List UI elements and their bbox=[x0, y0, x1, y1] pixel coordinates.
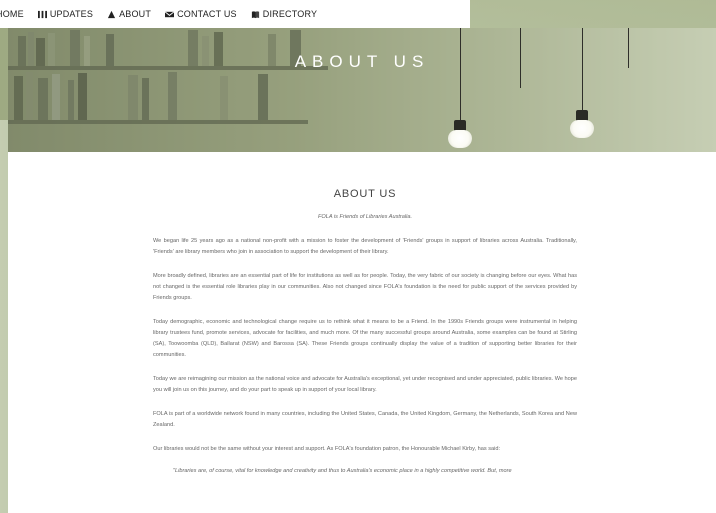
hero-banner: ABOUT US bbox=[8, 28, 716, 152]
nav-contact[interactable]: CONTACT US bbox=[165, 9, 237, 19]
nav-home[interactable]: HOME bbox=[0, 9, 24, 19]
nav-contact-label: CONTACT US bbox=[177, 9, 237, 19]
patron-quote: "Libraries are, of course, vital for kno… bbox=[173, 468, 512, 474]
person-icon bbox=[107, 10, 116, 19]
nav-directory[interactable]: DIRECTORY bbox=[251, 9, 317, 19]
article-paragraph: FOLA is part of a worldwide network foun… bbox=[153, 411, 577, 428]
article-heading: ABOUT US bbox=[333, 188, 397, 200]
article-tagline: FOLA is Friends of Libraries Australia. bbox=[317, 214, 413, 220]
about-article: ABOUT US FOLA is Friends of Libraries Au… bbox=[153, 188, 577, 474]
article-paragraph: Today demographic, economic and technolo… bbox=[153, 319, 577, 358]
hero-tint bbox=[8, 28, 716, 152]
top-nav: HOME UPDATES ABOUT CONTACT US DIRECTORY bbox=[0, 0, 470, 28]
light-bulb bbox=[570, 120, 594, 138]
nav-updates[interactable]: UPDATES bbox=[37, 9, 94, 19]
article-paragraph: More broadly defined, libraries are an e… bbox=[153, 273, 577, 301]
nav-updates-label: UPDATES bbox=[49, 9, 94, 19]
article-paragraph: We began life 25 years ago as a national… bbox=[153, 238, 577, 255]
nav-about[interactable]: ABOUT bbox=[107, 9, 151, 19]
nav-directory-label: DIRECTORY bbox=[262, 9, 318, 19]
lamp-wire bbox=[460, 28, 461, 124]
article-paragraph: Our libraries would not be the same with… bbox=[153, 446, 501, 452]
nav-about-label: ABOUT bbox=[119, 9, 152, 19]
grid-icon bbox=[37, 10, 47, 19]
book-icon bbox=[251, 10, 260, 19]
content-panel: ABOUT US ABOUT US FOLA is Friends of Lib… bbox=[8, 28, 716, 513]
article-paragraph: Today we are reimagining our mission as … bbox=[153, 376, 577, 393]
hero-title: ABOUT US bbox=[294, 52, 430, 71]
nav-home-label: HOME bbox=[0, 9, 24, 19]
envelope-icon bbox=[165, 10, 175, 19]
light-bulb bbox=[448, 130, 472, 148]
